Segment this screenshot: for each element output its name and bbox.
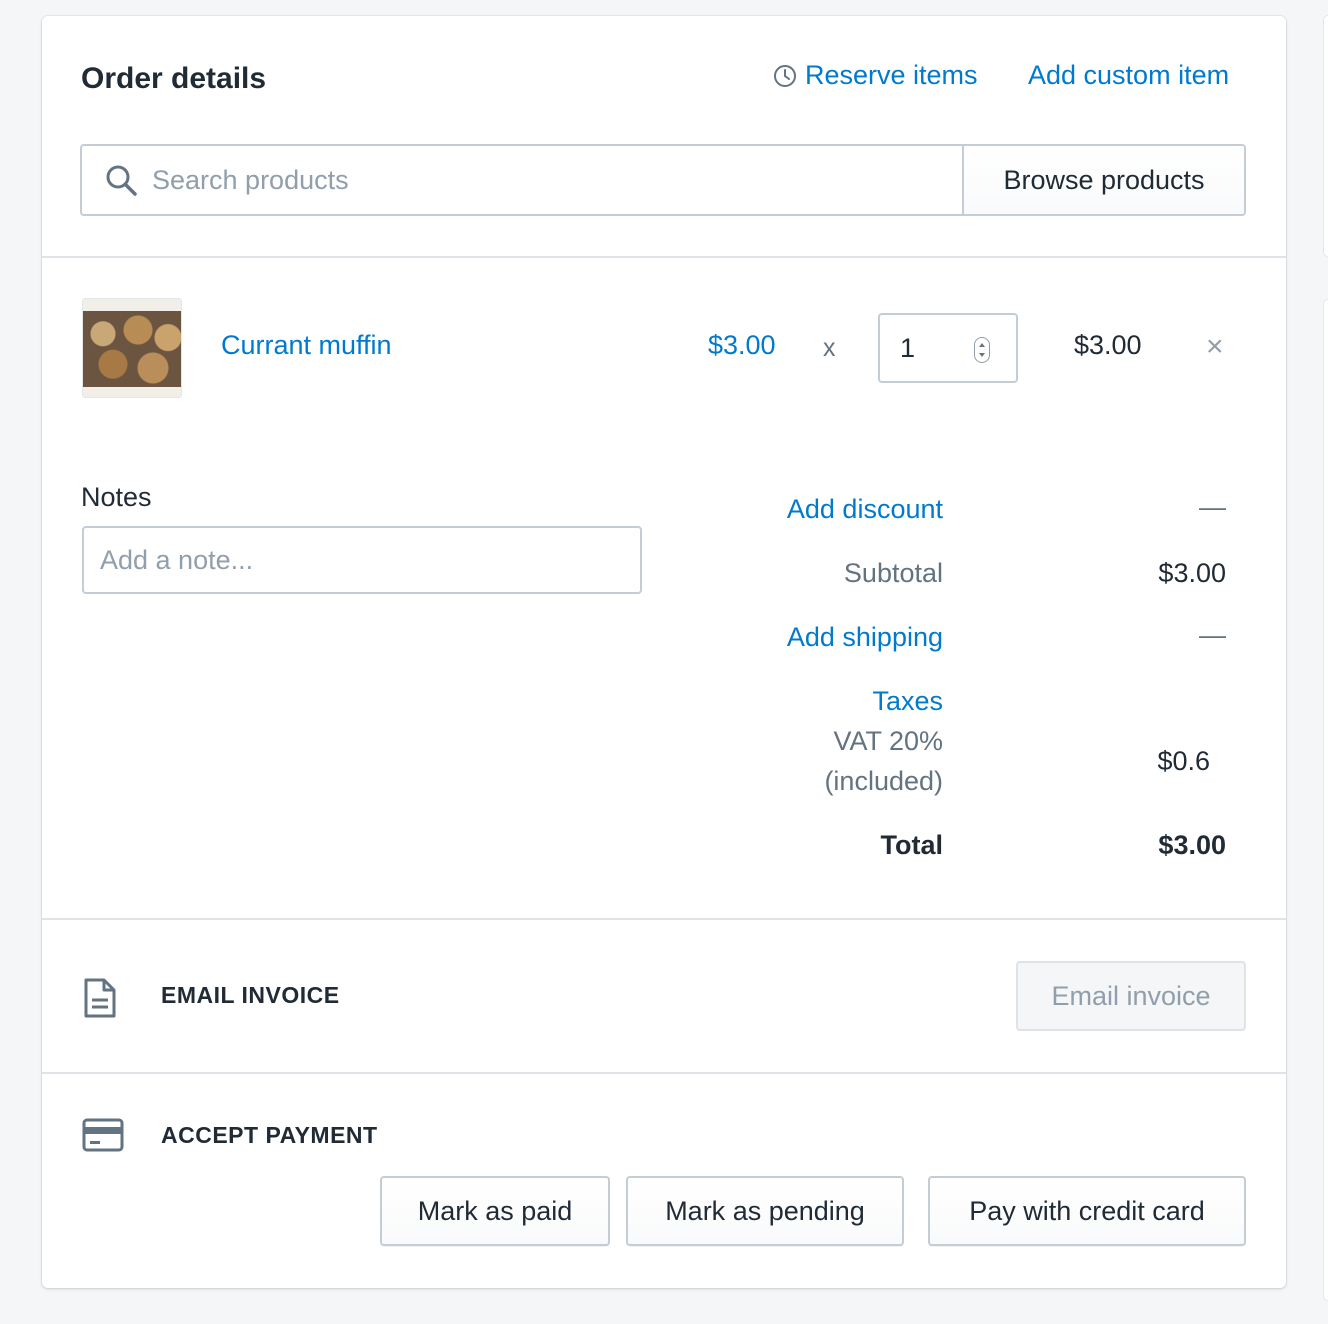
reserve-items-label[interactable]: Reserve items [805,60,978,91]
document-icon [84,978,116,1018]
subtotal-label: Subtotal [843,558,943,588]
email-invoice-button[interactable]: Email invoice [1016,961,1246,1031]
notes-input[interactable] [82,526,642,594]
adjacent-card-edge [1324,16,1328,256]
divider [42,1072,1286,1074]
remove-item-icon[interactable]: × [1206,330,1224,364]
mark-as-paid-button[interactable]: Mark as paid [380,1176,610,1246]
unit-price-link[interactable]: $3.00 [708,330,776,361]
add-discount-link[interactable]: Add discount [787,494,943,525]
tax-rate-label: VAT 20% [833,726,943,756]
order-details-card: Order details Reserve items Add custom i… [42,16,1286,1288]
search-input[interactable] [152,164,852,196]
add-custom-item-link[interactable]: Add custom item [1028,60,1229,91]
credit-card-icon [82,1118,124,1152]
adjacent-card-edge [1324,300,1328,1300]
product-search-bar: Browse products [80,144,1246,216]
taxes-link[interactable]: Taxes [872,686,943,717]
browse-products-button[interactable]: Browse products [962,146,1244,214]
muffin-image [83,311,181,387]
card-title: Order details [81,62,267,95]
tax-included-label: (included) [824,766,943,796]
reserve-items-link[interactable]: Reserve items [773,60,978,91]
notes-label: Notes [81,482,152,512]
total-value: $3.00 [1158,830,1226,860]
subtotal-value: $3.00 [1158,558,1226,588]
divider [42,256,1286,258]
line-total: $3.00 [1074,330,1142,360]
product-name-link[interactable]: Currant muffin [221,330,392,361]
multiply-sign: x [823,334,836,362]
quantity-input[interactable] [900,332,960,364]
total-label: Total [880,830,944,860]
quantity-stepper[interactable] [878,313,1018,383]
mark-as-pending-button[interactable]: Mark as pending [626,1176,904,1246]
pay-with-credit-card-button[interactable]: Pay with credit card [928,1176,1246,1246]
discount-value: — [1199,492,1226,522]
email-invoice-title: EMAIL INVOICE [161,982,340,1008]
search-field[interactable] [82,146,962,214]
tax-value: $0.6 [1157,746,1210,776]
spinner-arrows-icon[interactable] [974,337,990,363]
search-icon [106,165,137,196]
product-thumbnail [82,298,182,398]
add-shipping-link[interactable]: Add shipping [787,622,943,653]
divider [42,918,1286,920]
clock-icon [774,64,796,87]
shipping-value: — [1199,620,1226,650]
accept-payment-title: ACCEPT PAYMENT [161,1122,378,1148]
